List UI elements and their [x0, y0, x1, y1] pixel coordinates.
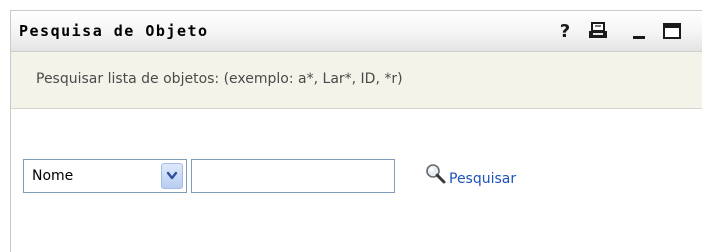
- portlet-title: Pesquisa de Objeto: [19, 22, 209, 40]
- search-button-label[interactable]: Pesquisar: [449, 171, 516, 187]
- search-instructions: Pesquisar lista de objetos: (exemplo: a*…: [36, 71, 403, 87]
- search-field-select[interactable]: Nome: [23, 159, 187, 193]
- search-input[interactable]: [191, 159, 395, 193]
- help-icon[interactable]: ?: [555, 19, 575, 43]
- description-band: Pesquisar lista de objetos: (exemplo: a*…: [11, 52, 702, 109]
- minimize-icon[interactable]: [629, 19, 649, 43]
- search-button[interactable]: Pesquisar: [425, 163, 516, 189]
- portlet-titlebar: Pesquisa de Objeto ?: [11, 11, 702, 52]
- chevron-down-icon[interactable]: [161, 163, 183, 189]
- maximize-icon[interactable]: [661, 19, 683, 43]
- magnifier-icon[interactable]: [425, 163, 447, 189]
- object-search-portlet: Pesquisa de Objeto ? Pesquisar lista de …: [10, 10, 702, 252]
- print-icon[interactable]: [587, 19, 609, 43]
- search-field-value: Nome: [32, 168, 74, 184]
